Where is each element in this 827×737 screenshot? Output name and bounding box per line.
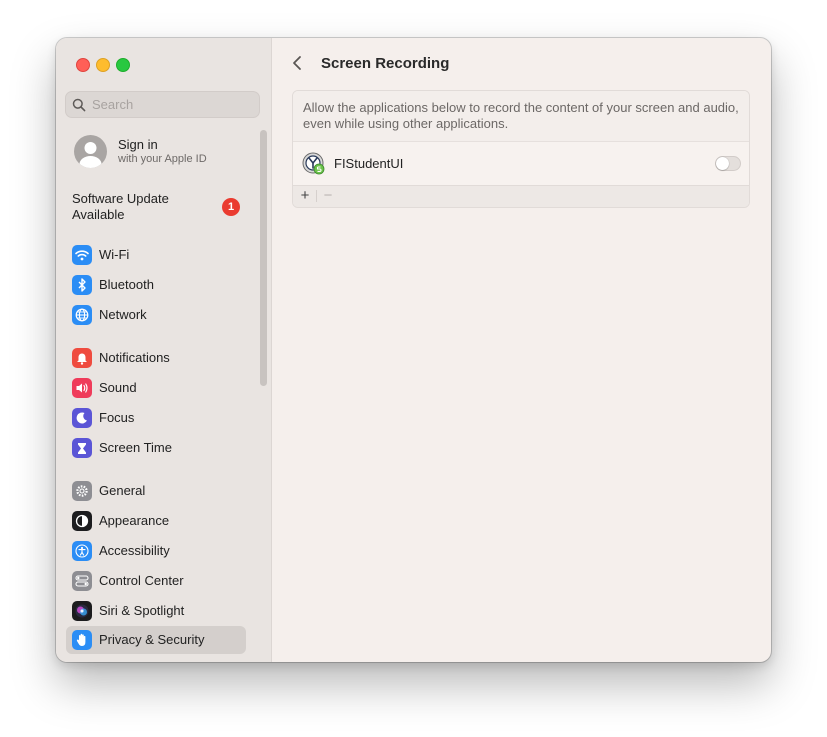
app-permission-toggle[interactable] <box>715 156 741 171</box>
sidebar-item-label: Sound <box>99 380 137 395</box>
sidebar-item-wifi[interactable]: Wi-Fi <box>66 241 246 269</box>
sidebar-item-accessibility[interactable]: Accessibility <box>66 537 246 565</box>
bell-icon <box>72 348 92 368</box>
account-subtitle: with your Apple ID <box>118 153 207 165</box>
bluetooth-icon <box>72 275 92 295</box>
list-footer: + − <box>293 185 749 207</box>
fistudentui-app-icon <box>302 152 325 175</box>
update-badge: 1 <box>222 198 240 216</box>
close-window-button[interactable] <box>76 58 90 72</box>
sidebar-item-label: Screen Time <box>99 440 172 455</box>
sidebar-item-siri-spotlight[interactable]: Siri & Spotlight <box>66 597 246 625</box>
sidebar-item-label: Notifications <box>99 350 170 365</box>
screen-recording-panel: Allow the applications below to record t… <box>292 90 750 208</box>
footer-divider <box>316 190 317 202</box>
sidebar-item-privacy-security[interactable]: Privacy & Security <box>66 626 246 654</box>
sidebar-item-label: Bluetooth <box>99 277 154 292</box>
sidebar-item-label: Focus <box>99 410 135 425</box>
sidebar-item-sound[interactable]: Sound <box>66 374 246 402</box>
system-settings-window: Sign in with your Apple ID Software Upda… <box>56 38 771 662</box>
apple-id-sign-in[interactable]: Sign in with your Apple ID <box>74 135 264 169</box>
sidebar-item-label: Wi-Fi <box>99 247 130 262</box>
gear-icon <box>72 481 92 501</box>
software-update-item[interactable]: Software Update Available 1 <box>72 190 247 226</box>
toggle-knob <box>716 157 729 170</box>
sidebar-scrollbar[interactable] <box>260 130 267 386</box>
sidebar-item-label: Control Center <box>99 573 184 588</box>
search-icon <box>72 98 86 112</box>
sidebar-item-focus[interactable]: Focus <box>66 404 246 432</box>
sidebar-item-label: Privacy & Security <box>99 632 205 647</box>
globe-icon <box>72 305 92 325</box>
hourglass-icon <box>72 438 92 458</box>
accessibility-icon <box>72 541 92 561</box>
avatar <box>74 135 107 168</box>
sidebar-item-bluetooth[interactable]: Bluetooth <box>66 271 246 299</box>
sidebar: Sign in with your Apple ID Software Upda… <box>56 38 272 662</box>
maximize-window-button[interactable] <box>116 58 130 72</box>
app-list-item: FIStudentUI <box>293 143 749 185</box>
speaker-icon <box>72 378 92 398</box>
sidebar-item-control-center[interactable]: Control Center <box>66 567 246 595</box>
sidebar-item-general[interactable]: General <box>66 477 246 505</box>
moon-icon <box>72 408 92 428</box>
add-app-button[interactable]: + <box>295 187 315 205</box>
sidebar-item-label: General <box>99 483 146 498</box>
siri-icon <box>72 601 92 621</box>
app-name: FIStudentUI <box>334 156 404 171</box>
page-title: Screen Recording <box>321 55 450 72</box>
account-name: Sign in <box>118 137 158 152</box>
sidebar-item-notifications[interactable]: Notifications <box>66 344 246 372</box>
software-update-label: Software Update Available <box>72 191 169 222</box>
search-field[interactable] <box>65 91 260 118</box>
main-content: Screen Recording Allow the applications … <box>272 38 771 662</box>
sidebar-item-label: Accessibility <box>99 543 170 558</box>
hand-icon <box>72 630 92 650</box>
remove-app-button[interactable]: − <box>318 187 338 205</box>
sidebar-item-label: Network <box>99 307 147 322</box>
control-center-icon <box>72 571 92 591</box>
panel-description: Allow the applications below to record t… <box>293 91 749 142</box>
sidebar-item-screen-time[interactable]: Screen Time <box>66 434 246 462</box>
person-icon <box>79 142 102 168</box>
sidebar-item-label: Siri & Spotlight <box>99 603 185 618</box>
sidebar-item-appearance[interactable]: Appearance <box>66 507 246 535</box>
sidebar-item-network[interactable]: Network <box>66 301 246 329</box>
search-input[interactable] <box>92 95 252 114</box>
back-button[interactable] <box>290 54 304 72</box>
wifi-icon <box>72 245 92 265</box>
minimize-window-button[interactable] <box>96 58 110 72</box>
appearance-icon <box>72 511 92 531</box>
sidebar-item-label: Appearance <box>99 513 170 528</box>
